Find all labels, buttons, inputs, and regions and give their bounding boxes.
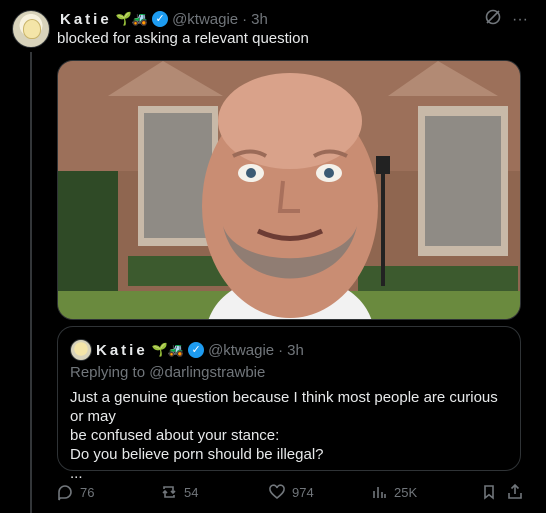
quoted-separator-dot: ·	[278, 341, 284, 359]
tweet-header: Katie 🌱🚜 ✓ @ktwagie · 3h	[60, 9, 268, 29]
grok-icon[interactable]	[484, 8, 502, 31]
quoted-avatar	[70, 339, 92, 361]
quoted-verified-badge-icon: ✓	[188, 342, 205, 358]
share-icon	[508, 483, 522, 499]
tweet-photo[interactable]	[57, 60, 521, 320]
heart-icon	[269, 484, 285, 500]
avatar-face	[23, 19, 41, 39]
share-button[interactable]	[506, 483, 524, 501]
reply-button[interactable]: 76	[56, 483, 94, 501]
retweet-button[interactable]: 54	[160, 483, 198, 501]
quoted-line-1: Just a genuine question because I think …	[70, 389, 498, 425]
separator-dot: ·	[242, 10, 248, 28]
like-button[interactable]: 974	[268, 483, 314, 501]
views-chart-icon	[373, 487, 386, 498]
avatar[interactable]	[12, 10, 50, 48]
quoted-tweet[interactable]: Katie 🌱🚜 ✓ @ktwagie · 3h Replying to @da…	[57, 326, 521, 482]
bookmark-icon	[484, 485, 494, 500]
author-name[interactable]: Katie	[60, 11, 112, 28]
replying-to-line: Replying to @darlingstrawbie	[70, 364, 265, 381]
views-button[interactable]: 25K	[370, 483, 417, 501]
like-count: 974	[292, 484, 314, 500]
quoted-author-handle: @ktwagie	[208, 341, 275, 359]
more-options-icon[interactable]: ···	[512, 11, 528, 29]
retweet-count: 54	[184, 484, 199, 500]
tweet-text: blocked for asking a relevant question	[57, 30, 309, 47]
author-emoji: 🌱🚜	[115, 11, 149, 26]
quoted-line-4: ...	[70, 465, 83, 482]
verified-badge-icon: ✓	[152, 11, 169, 27]
bookmark-button[interactable]	[480, 483, 498, 501]
quoted-line-3: Do you believe porn should be illegal?	[70, 446, 324, 463]
quoted-tweet-text: Just a genuine question because I think …	[70, 388, 510, 483]
retweet-icon	[162, 486, 176, 498]
tweet-top-actions: ···	[484, 8, 528, 31]
views-count: 25K	[394, 484, 418, 500]
quoted-author-name: Katie	[96, 341, 148, 359]
reply-icon	[58, 485, 72, 501]
reply-count: 76	[80, 484, 95, 500]
quoted-tweet-header: Katie 🌱🚜 ✓ @ktwagie · 3h	[70, 339, 304, 361]
quoted-timestamp: 3h	[287, 341, 304, 359]
replying-to-mention[interactable]: @darlingstrawbie	[149, 364, 265, 381]
replying-to-prefix: Replying to	[70, 364, 146, 381]
timestamp[interactable]: 3h	[251, 11, 268, 28]
author-handle[interactable]: @ktwagie	[172, 11, 238, 28]
tweet-action-bar: 76 54 974 25K	[56, 483, 526, 503]
thread-line	[30, 52, 32, 513]
quoted-line-2: be confused about your stance:	[70, 427, 280, 444]
quoted-author-emoji: 🌱🚜	[151, 342, 185, 357]
